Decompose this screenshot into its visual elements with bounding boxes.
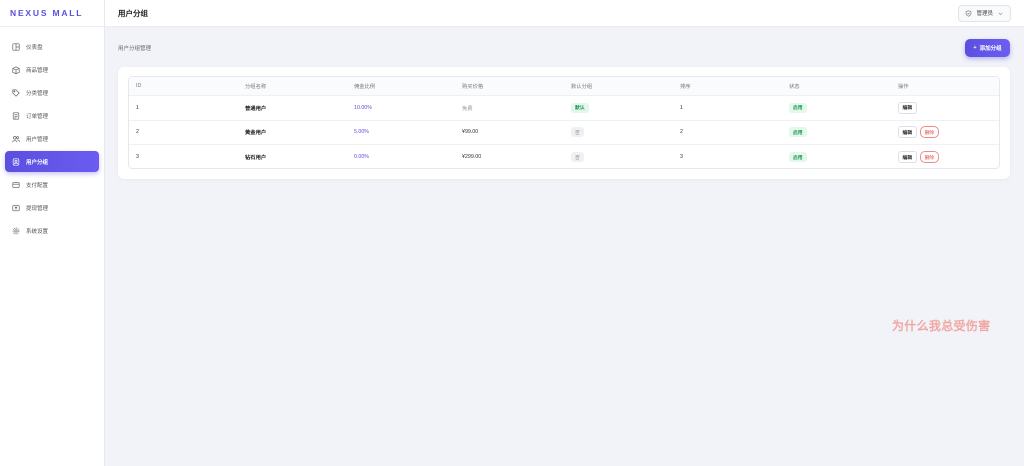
sidebar-item-label: 提现管理 [26, 205, 49, 212]
delete-button[interactable]: 删除 [919, 151, 940, 164]
dashboard-icon [12, 42, 20, 51]
row-id: 1 [136, 104, 139, 111]
order-icon [12, 111, 20, 120]
table-row: 2 黄金用户 5.00% ¥99.00 否 2 启用 编辑 删除 [129, 121, 999, 145]
withdraw-icon [12, 204, 20, 211]
sidebar-item-label: 商品管理 [26, 67, 49, 74]
row-actions: 编辑 [898, 96, 917, 120]
row-sort: 3 [680, 154, 683, 161]
edit-button[interactable]: 编辑 [898, 151, 917, 164]
status-badge: 启用 [789, 152, 807, 163]
add-group-label: 添加分组 [979, 46, 1002, 52]
sidebar-item-categories[interactable]: 分类管理 [5, 82, 99, 103]
status-badge: 启用 [789, 102, 807, 113]
row-id: 3 [136, 154, 139, 161]
sidebar-item-label: 系统设置 [26, 228, 49, 235]
default-badge: 默认 [571, 102, 589, 113]
sidebar-item-withdraw[interactable]: 提现管理 [5, 197, 99, 218]
edit-button[interactable]: 编辑 [898, 126, 917, 139]
card-icon [12, 181, 20, 188]
box-icon [12, 65, 20, 74]
column-header-price: 购买价格 [462, 84, 484, 90]
tag-icon [12, 88, 20, 97]
page-title: 用户分组 [118, 8, 148, 18]
column-header-sort: 排序 [680, 84, 691, 90]
column-header-actions: 操作 [898, 84, 909, 90]
table-row: 3 钻石用户 0.00% ¥299.00 否 3 启用 编辑 删除 [129, 145, 999, 168]
row-id: 2 [136, 129, 139, 136]
sidebar-item-users[interactable]: 用户管理 [5, 128, 99, 149]
row-actions: 编辑 删除 [898, 145, 940, 168]
gear-icon [12, 227, 20, 234]
sidebar-item-label: 用户管理 [26, 136, 49, 143]
row-status: 启用 [789, 96, 807, 120]
sidebar-item-settings[interactable]: 系统设置 [5, 220, 99, 241]
row-price: ¥299.00 [462, 154, 482, 161]
row-status: 启用 [789, 145, 807, 168]
user-menu[interactable]: 管理员 [958, 4, 1011, 22]
row-sort: 2 [680, 129, 683, 136]
sidebar-item-user-groups[interactable]: 用户分组 [5, 151, 99, 172]
row-rate: 10.00% [354, 104, 372, 111]
edit-button[interactable]: 编辑 [898, 101, 917, 114]
shield-icon [966, 9, 972, 17]
top-header: 用户分组 管理员 [105, 0, 1024, 27]
groups-card: ID 分组名称 佣金比例 购买价格 默认分组 排序 状态 操作 1 普通用户 1… [118, 67, 1010, 179]
status-badge: 启用 [789, 127, 807, 138]
row-status: 启用 [789, 121, 807, 145]
row-rate: 0.00% [354, 154, 370, 161]
sidebar-item-label: 分类管理 [26, 90, 49, 97]
column-header-name: 分组名称 [245, 84, 267, 90]
row-name: 普通用户 [245, 105, 267, 112]
groups-table: ID 分组名称 佣金比例 购买价格 默认分组 排序 状态 操作 1 普通用户 1… [128, 76, 1000, 169]
chevron-down-icon [998, 12, 1003, 15]
add-group-button[interactable]: + 添加分组 [965, 39, 1010, 57]
app-logo: NEXUS MALL [0, 0, 104, 27]
row-default: 否 [571, 145, 584, 168]
sidebar-item-label: 用户分组 [26, 159, 49, 166]
column-header-status: 状态 [789, 84, 800, 90]
user-group-icon [12, 157, 20, 166]
row-price: ¥99.00 [462, 129, 479, 136]
sidebar-item-dashboard[interactable]: 仪表盘 [5, 36, 99, 57]
sidebar-nav: 仪表盘 商品管理 分类管理 订单管理 用户管理 用户分组 支付配置 提现管理 系… [0, 27, 104, 241]
table-row: 1 普通用户 10.00% 免费 默认 1 启用 编辑 [129, 96, 999, 121]
users-icon [12, 135, 20, 142]
sidebar-item-orders[interactable]: 订单管理 [5, 105, 99, 126]
default-badge: 否 [571, 127, 584, 138]
user-name: 管理员 [976, 11, 993, 17]
default-badge: 否 [571, 152, 584, 163]
section-label: 用户分组管理 [118, 46, 152, 52]
watermark-text: 为什么我总受伤害 [892, 319, 991, 333]
row-default: 默认 [571, 96, 589, 120]
column-header-rate: 佣金比例 [354, 84, 376, 90]
sidebar-item-label: 支付配置 [26, 182, 49, 189]
row-default: 否 [571, 121, 584, 145]
sidebar-item-label: 订单管理 [26, 113, 49, 120]
row-rate: 5.00% [354, 129, 370, 136]
sidebar-item-label: 仪表盘 [26, 44, 43, 51]
row-name: 钻石用户 [245, 155, 267, 162]
column-header-default: 默认分组 [571, 84, 593, 90]
row-actions: 编辑 删除 [898, 121, 940, 145]
row-sort: 1 [680, 104, 683, 111]
delete-button[interactable]: 删除 [919, 126, 940, 139]
row-price: 免费 [462, 105, 473, 112]
sidebar: NEXUS MALL 仪表盘 商品管理 分类管理 订单管理 用户管理 用户分组 … [0, 0, 105, 466]
sidebar-item-products[interactable]: 商品管理 [5, 59, 99, 80]
sidebar-item-payment[interactable]: 支付配置 [5, 174, 99, 195]
plus-icon: + [973, 45, 977, 51]
table-header-row: ID 分组名称 佣金比例 购买价格 默认分组 排序 状态 操作 [129, 77, 999, 96]
row-name: 黄金用户 [245, 130, 267, 137]
column-header-id: ID [136, 83, 142, 89]
